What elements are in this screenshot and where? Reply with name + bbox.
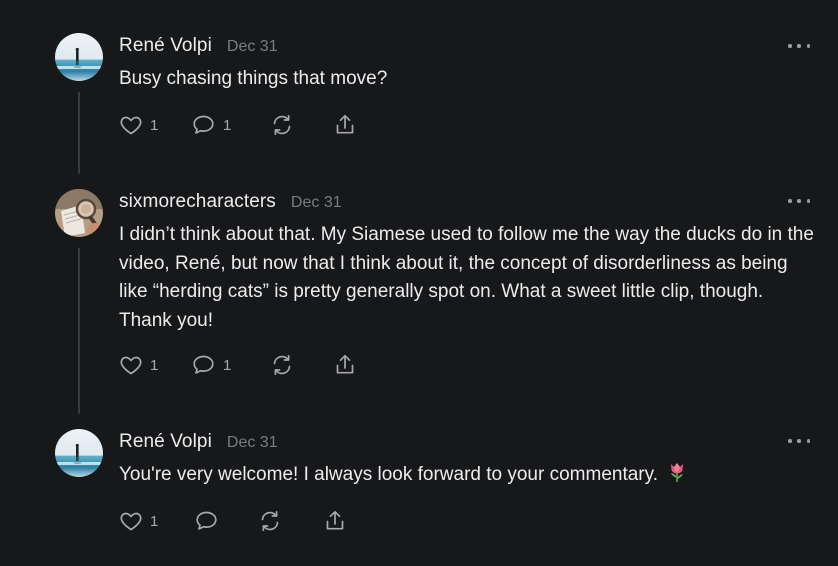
share-button[interactable]: [323, 508, 347, 534]
reply-button[interactable]: [194, 508, 219, 534]
comment: René Volpi Dec 31 You're very welcome! I…: [0, 0, 838, 566]
like-count: 1: [150, 512, 159, 530]
share-icon: [326, 510, 344, 530]
comment-text: You're very welcome! I always look forwa…: [119, 464, 659, 485]
like-button[interactable]: 1: [119, 508, 158, 534]
comment-text-row: You're very welcome! I always look forwa…: [119, 461, 819, 490]
beach-photo-avatar: [55, 429, 103, 477]
comment-actions: 1: [119, 508, 379, 534]
comment-header: René Volpi Dec 31: [119, 431, 278, 453]
tulip-icon: [671, 463, 684, 482]
author-name[interactable]: René Volpi: [119, 431, 212, 453]
comment-date[interactable]: Dec 31: [227, 434, 278, 452]
heart-icon: [120, 512, 142, 531]
comment-icon: [196, 511, 217, 530]
restack-button[interactable]: [258, 508, 282, 534]
avatar[interactable]: [55, 429, 103, 477]
restack-icon: [261, 510, 279, 532]
more-icon[interactable]: [788, 436, 810, 446]
